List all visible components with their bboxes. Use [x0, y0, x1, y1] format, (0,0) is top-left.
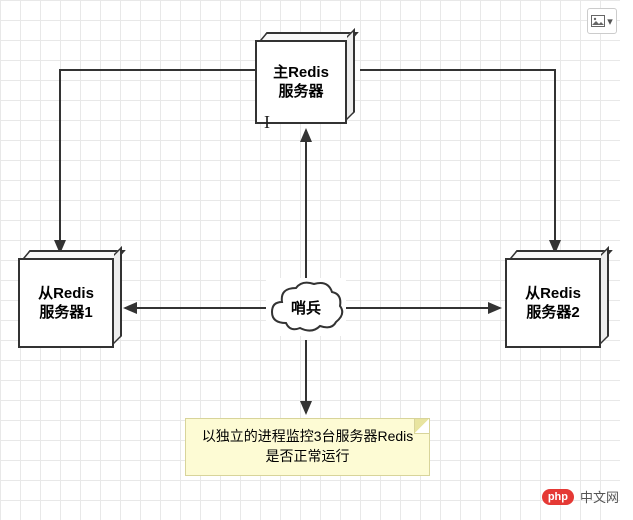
watermark: php 中文网	[542, 487, 619, 506]
watermark-text: 中文网	[580, 487, 619, 506]
slave1-label-1: 从Redis	[38, 285, 94, 302]
watermark-logo: php	[542, 489, 574, 505]
note-text: 以独立的进程监控3台服务器Redis是否正常运行	[198, 427, 417, 466]
dropdown-caret-icon: ▾	[607, 15, 613, 28]
description-note[interactable]: 以独立的进程监控3台服务器Redis是否正常运行	[185, 418, 430, 476]
sentinel-node[interactable]: 哨兵	[266, 278, 346, 336]
image-options-button[interactable]: ▾	[587, 8, 617, 34]
slave2-label-2: 服务器2	[526, 304, 579, 321]
slave-redis-node-1[interactable]: 从Redis 服务器1	[18, 258, 114, 348]
master-label-1: 主Redis	[273, 64, 329, 81]
text-cursor-icon: I	[264, 112, 270, 133]
sentinel-label: 哨兵	[291, 297, 321, 318]
slave-redis-node-2[interactable]: 从Redis 服务器2	[505, 258, 601, 348]
slave2-label-1: 从Redis	[525, 285, 581, 302]
master-label-2: 服务器	[278, 83, 323, 100]
image-icon	[591, 15, 605, 27]
image-toolbar: ▾	[587, 8, 617, 34]
slave1-label-2: 服务器1	[39, 304, 92, 321]
